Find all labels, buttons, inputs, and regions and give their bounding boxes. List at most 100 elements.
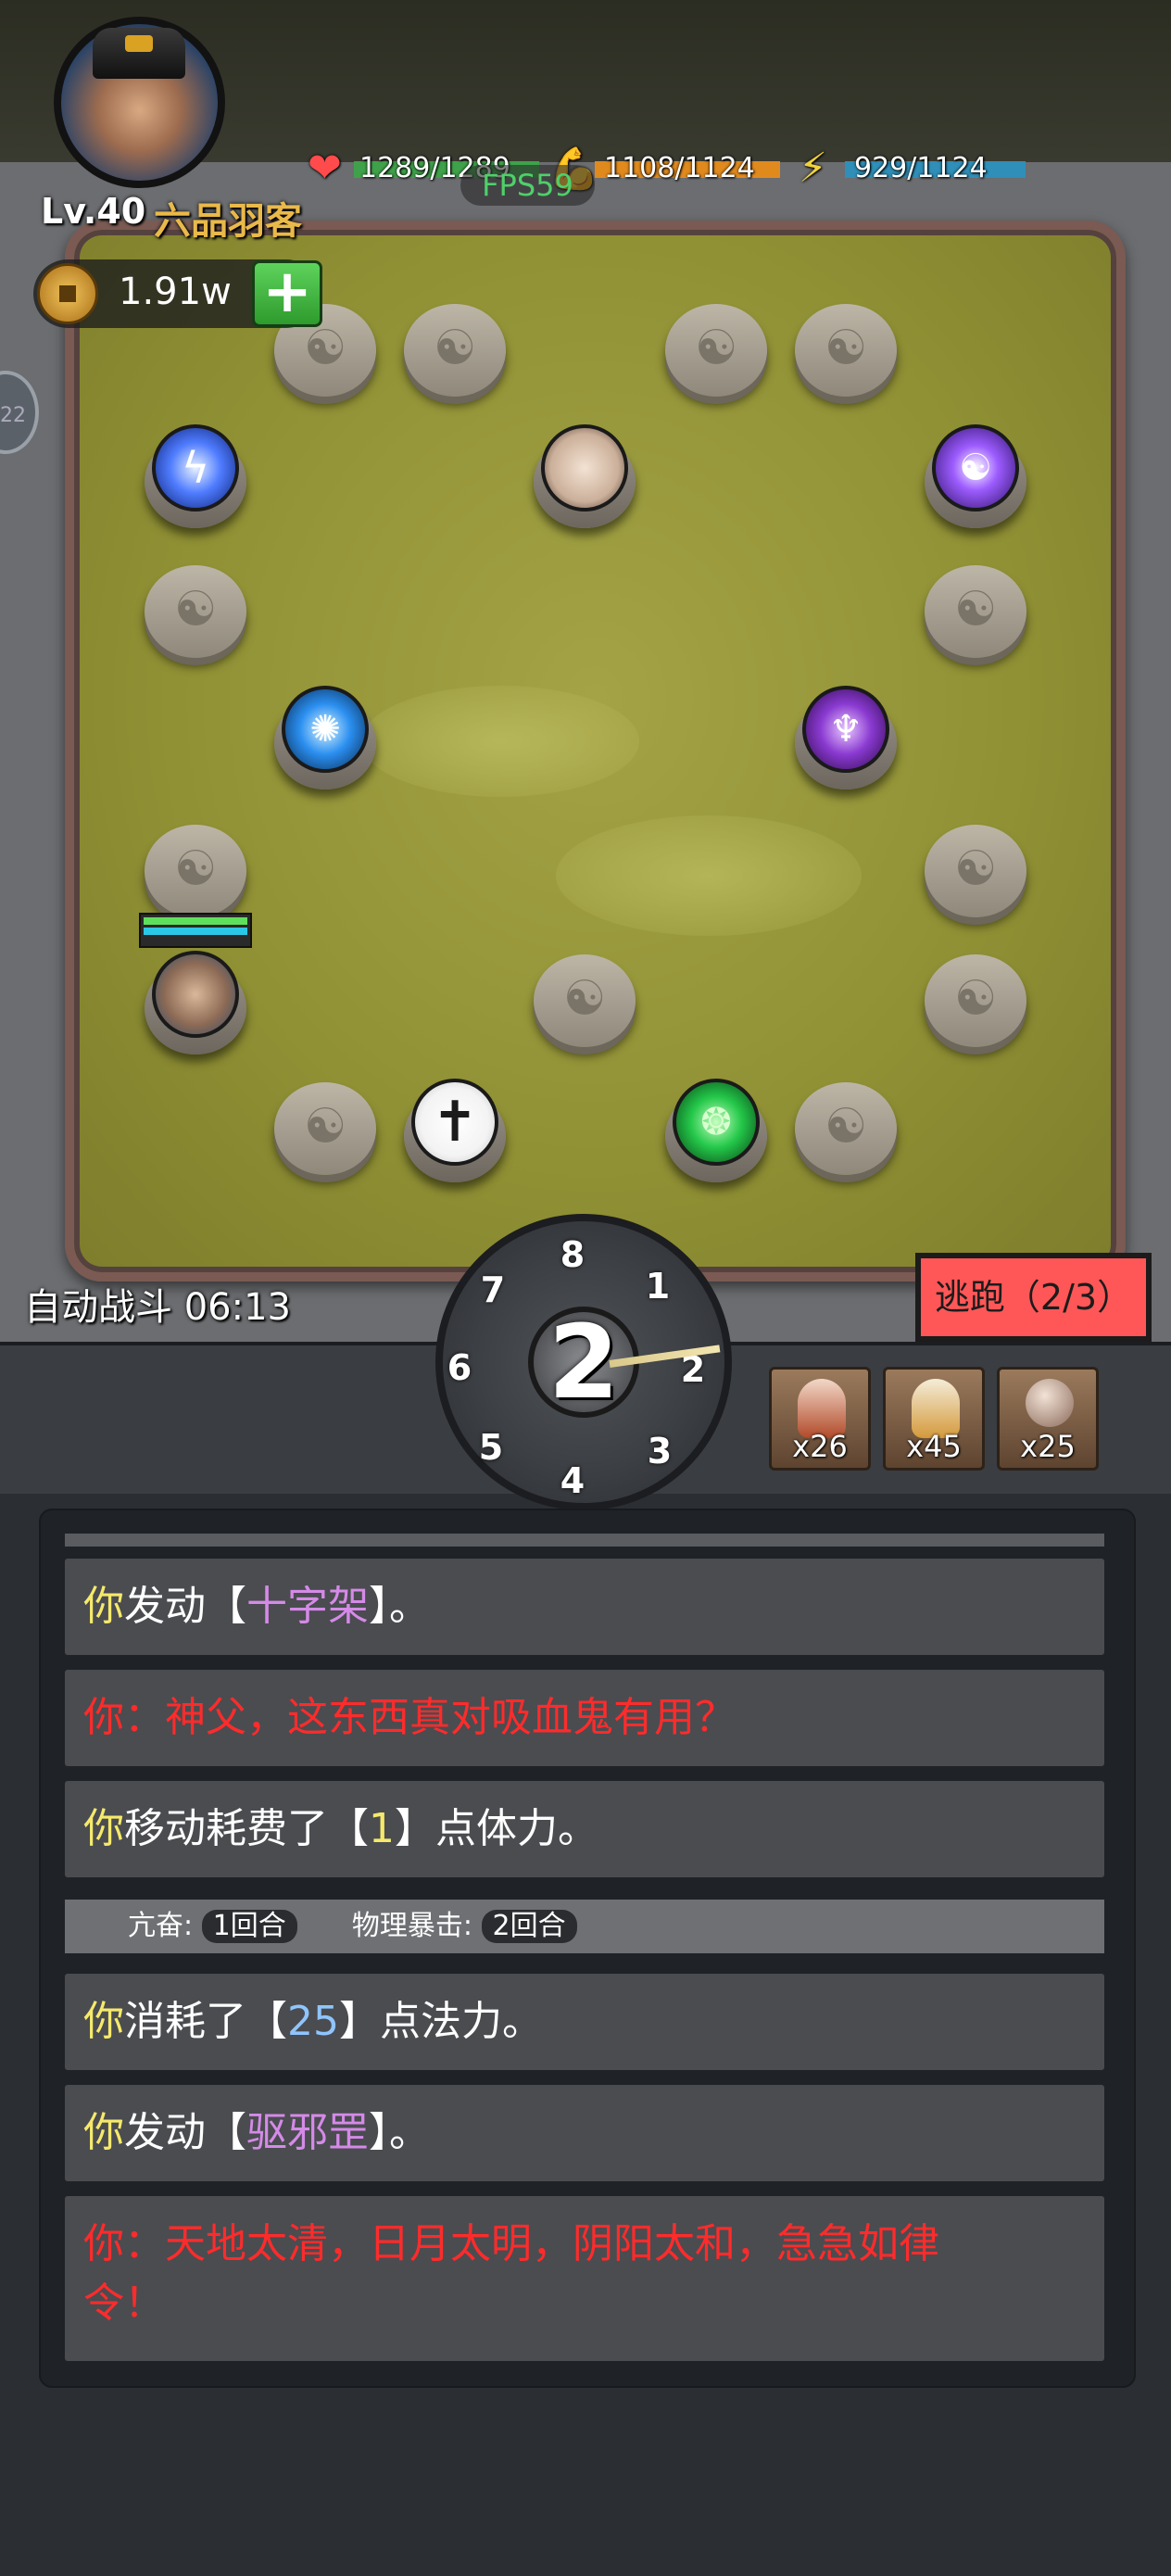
yinyang-tile[interactable] <box>925 565 1026 658</box>
yinyang-icon <box>795 1082 897 1175</box>
bagua-icon: ☯ <box>959 447 992 489</box>
yinyang-icon <box>145 825 246 917</box>
dice-label: 1 <box>645 1266 671 1307</box>
you-text: 你 <box>83 2109 124 2156</box>
dice-label: 5 <box>478 1427 504 1468</box>
dice-label: 8 <box>560 1234 586 1275</box>
yinyang-tile[interactable] <box>665 304 767 397</box>
pearl-icon <box>1026 1379 1074 1427</box>
cross-node[interactable]: ✝ <box>404 1077 506 1182</box>
stamina-value: 1108/1124 <box>604 152 755 184</box>
avatar-hat <box>93 28 185 79</box>
msg-text: 发动【 <box>124 2109 246 2156</box>
player-level: Lv.40 <box>41 191 146 232</box>
fps-counter: FPS59 <box>460 165 595 206</box>
player-mp-fill <box>144 928 247 935</box>
poison-icon: ❂ <box>700 1101 732 1143</box>
player-rank: 六品羽客 <box>154 200 302 243</box>
coin-value: 1.91w <box>119 271 232 313</box>
player-node[interactable] <box>145 949 246 1054</box>
msg-text: 消耗了【 <box>124 1998 287 2045</box>
coin-icon <box>37 263 98 324</box>
you-text: 你 <box>83 1998 124 2045</box>
player-portrait <box>152 951 239 1038</box>
yinyang-icon <box>665 304 767 397</box>
skill-name: 驱邪罡 <box>246 2109 369 2156</box>
yinyang-icon <box>145 565 246 658</box>
yinyang-icon <box>534 954 636 1047</box>
grass-patch <box>361 686 639 797</box>
yinyang-tile[interactable] <box>795 1082 897 1175</box>
bagua-node[interactable]: ☯ <box>925 423 1026 528</box>
dice-label: 4 <box>560 1460 586 1501</box>
lightning-icon: ⚡ <box>799 145 827 192</box>
dialogue-line: 令！ <box>83 2279 165 2327</box>
status-label: 亢奋: <box>128 1910 202 1942</box>
log-message: 你发动【十字架】。 <box>65 1559 1104 1655</box>
yinyang-icon <box>925 954 1026 1047</box>
player-hp-bar <box>139 913 252 948</box>
yinyang-tile[interactable] <box>925 954 1026 1047</box>
number-value: 1 <box>369 1805 395 1852</box>
yinyang-icon <box>925 565 1026 658</box>
status-effects-row: 亢奋: 1回合 物理暴击: 2回合 <box>65 1900 1104 1953</box>
npc-node[interactable] <box>534 423 636 528</box>
galaxy-icon: ✺ <box>309 708 341 751</box>
female-npc-portrait <box>541 424 628 511</box>
dice-label: 7 <box>480 1269 506 1310</box>
yinyang-tile[interactable] <box>534 954 636 1047</box>
log-message: 你移动耗费了【1】点体力。 <box>65 1781 1104 1877</box>
mana-value: 929/1124 <box>854 152 988 184</box>
cross-icon: ✝ <box>431 1090 479 1155</box>
msg-text: 】点法力。 <box>339 1998 543 2045</box>
you-text: 你 <box>83 1583 124 1630</box>
item-slot-red-potion[interactable]: x26 <box>769 1367 871 1471</box>
dice-label: 3 <box>647 1431 673 1471</box>
yinyang-tile[interactable] <box>925 825 1026 917</box>
status-label: 物理暴击: <box>351 1910 482 1942</box>
log-message: 你消耗了【25】点法力。 <box>65 1974 1104 2070</box>
dialogue-line: 你：天地太清，日月太明，阴阳太和，急急如律 <box>83 2220 939 2267</box>
dice-label: 6 <box>447 1347 472 1388</box>
msg-text: 】。 <box>369 1583 430 1630</box>
lightning-icon: ϟ <box>181 443 210 493</box>
galaxy-node[interactable]: ✺ <box>274 684 376 789</box>
number-value: 25 <box>287 1998 339 2045</box>
yinyang-tile[interactable] <box>145 565 246 658</box>
yinyang-tile[interactable] <box>795 304 897 397</box>
log-message-dialogue: 你：神父，这东西真对吸血鬼有用？ <box>65 1670 1104 1766</box>
status-duration: 1回合 <box>201 1910 297 1943</box>
skill-name: 十字架 <box>246 1583 369 1630</box>
auto-battle-timer[interactable]: 自动战斗 06:13 <box>24 1277 291 1331</box>
mana-stat: ⚡ 929/1124 <box>799 145 1030 192</box>
item-count: x25 <box>1020 1429 1076 1464</box>
log-message-dialogue: 你：天地太清，日月太明，阴阳太和，急急如律 令！ <box>65 2196 1104 2361</box>
demon-icon: ♆ <box>829 708 863 751</box>
add-coins-button[interactable]: + <box>252 260 322 327</box>
msg-text: 】。 <box>369 2109 430 2156</box>
heart-icon: ❤ <box>308 145 342 192</box>
grass-patch <box>556 815 862 936</box>
msg-text: 移动耗费了【 <box>124 1805 369 1852</box>
yinyang-tile[interactable] <box>404 304 506 397</box>
status-duration: 2回合 <box>481 1910 577 1943</box>
you-text: 你 <box>83 1805 124 1852</box>
yinyang-icon <box>925 825 1026 917</box>
msg-text: 】点体力。 <box>395 1805 598 1852</box>
yinyang-icon <box>795 304 897 397</box>
demon-node[interactable]: ♆ <box>795 684 897 789</box>
lightning-node[interactable]: ϟ <box>145 423 246 528</box>
dice-result: 2 <box>548 1303 620 1421</box>
poison-node[interactable]: ❂ <box>665 1077 767 1182</box>
item-slot-pearl[interactable]: x25 <box>997 1367 1099 1471</box>
item-count: x45 <box>906 1429 962 1464</box>
log-top-bar <box>65 1534 1104 1547</box>
yinyang-tile[interactable] <box>145 825 246 917</box>
log-message: 你发动【驱邪罡】。 <box>65 2085 1104 2181</box>
yinyang-icon <box>404 304 506 397</box>
item-slot-yellow-potion[interactable]: x45 <box>883 1367 985 1471</box>
escape-button[interactable]: 逃跑（2/3） <box>915 1253 1152 1342</box>
dice-wheel[interactable]: 8 1 2 3 4 5 6 7 2 <box>435 1214 732 1510</box>
player-hp-fill <box>144 917 247 925</box>
yinyang-tile[interactable] <box>274 1082 376 1175</box>
